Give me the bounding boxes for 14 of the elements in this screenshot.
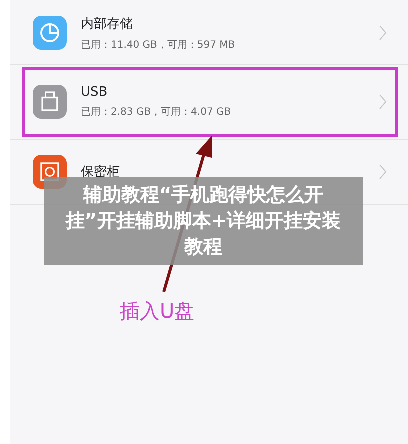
storage-title: 保密柜 — [81, 164, 121, 181]
pie-chart-icon — [33, 16, 67, 50]
chevron-right-icon — [379, 164, 387, 180]
banner-text: 辅助教程“手机跑得快怎么开挂”开挂辅助脚本+详细开挂安装教程 — [64, 183, 342, 260]
storage-item[interactable]: 内部存储 已用：11.40 GB，可用：597 MB — [22, 4, 398, 62]
annotation-label: 插入U盘 — [120, 298, 195, 325]
storage-title: 内部存储 — [81, 16, 134, 32]
storage-item[interactable]: USB 已用：2.83 GB，可用：4.07 GB — [22, 67, 398, 137]
storage-usage: 已用：2.83 GB，可用：4.07 GB — [81, 106, 232, 119]
chevron-right-icon — [379, 25, 387, 41]
storage-usage: 已用：11.40 GB，可用：597 MB — [81, 38, 236, 52]
chevron-right-icon — [379, 94, 387, 110]
usb-drive-icon — [33, 85, 67, 119]
storage-title: USB — [81, 85, 109, 100]
